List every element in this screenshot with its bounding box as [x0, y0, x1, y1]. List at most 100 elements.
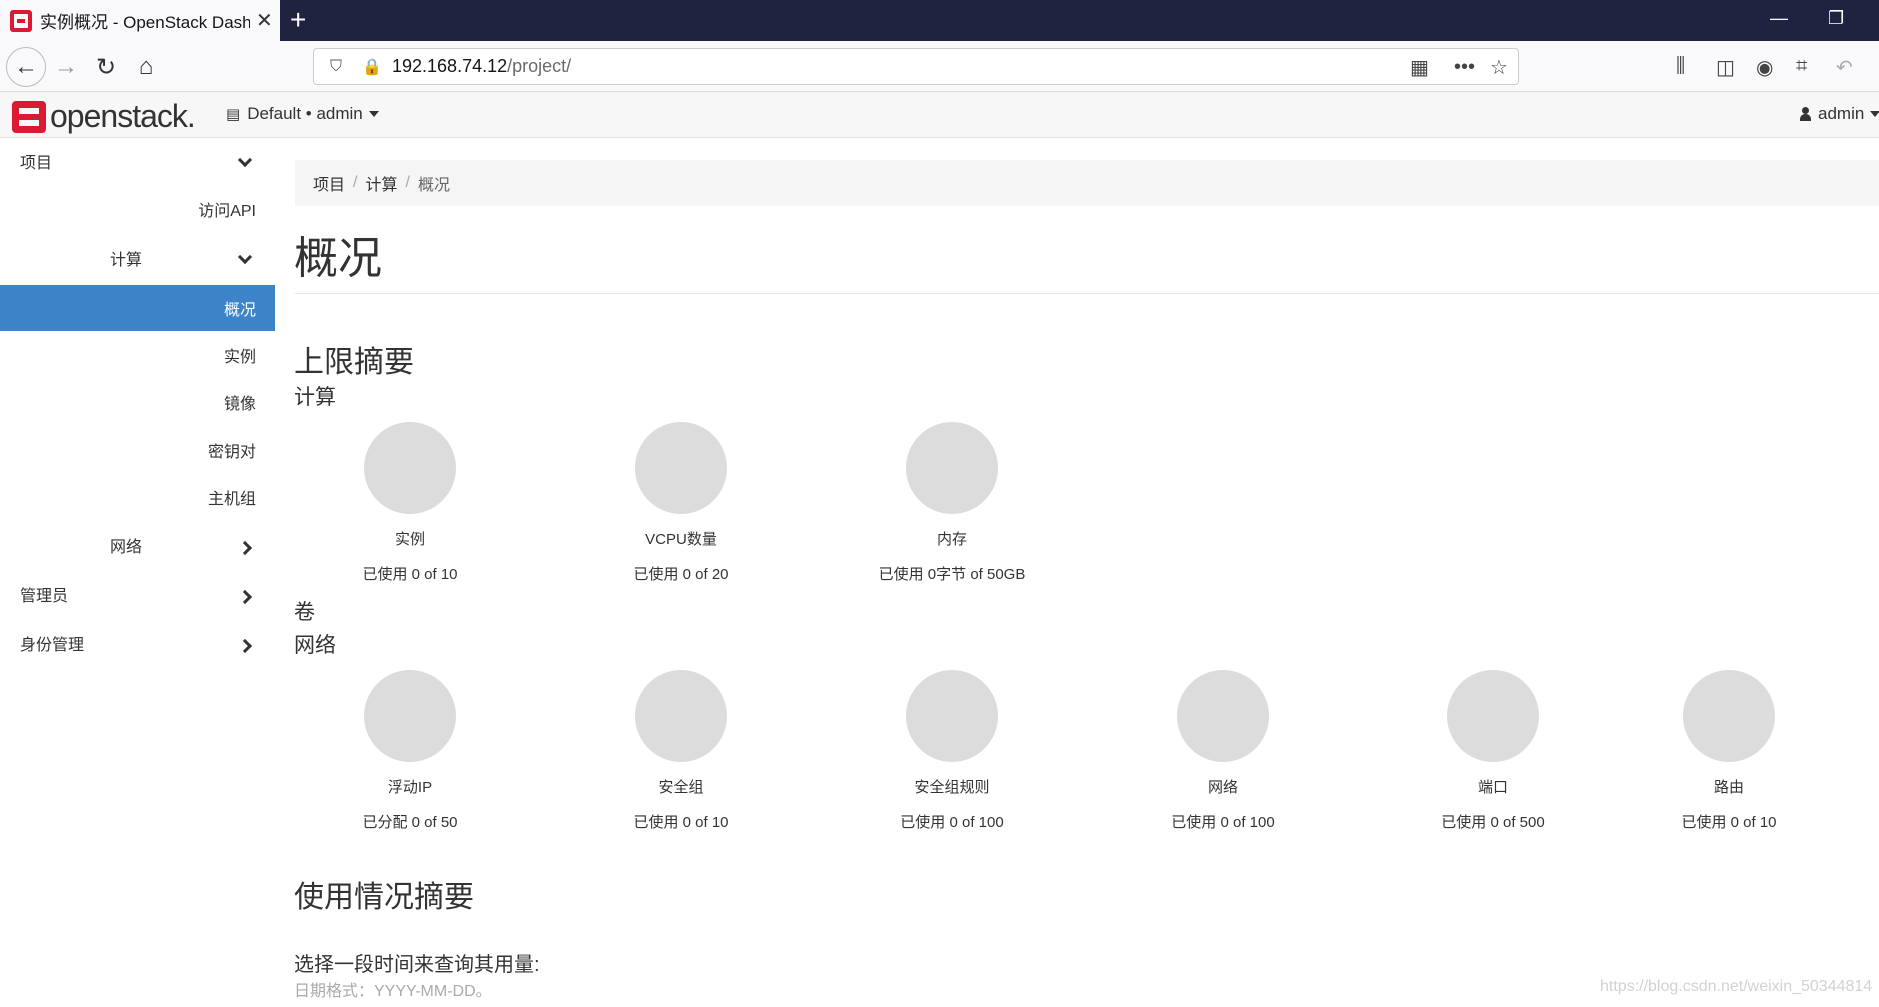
pie-chart-instances: 实例 已使用 0 of 10 — [275, 422, 545, 584]
pie-chart-security-group-rules: 安全组规则 已使用 0 of 100 — [817, 670, 1087, 832]
pie-label: 网络 — [1207, 779, 1238, 796]
pie-label: VCPU数量 — [645, 531, 717, 548]
pie-label: 路由 — [1713, 779, 1744, 796]
chevron-right-icon — [237, 638, 253, 654]
breadcrumb: 项目 / 计算 / 概况 — [295, 160, 1879, 206]
url-host: 192.168.74.12 — [392, 56, 508, 76]
pie-circle — [364, 670, 456, 762]
breadcrumb-overview: 概况 — [417, 177, 450, 194]
bookmark-star-icon[interactable]: ☆ — [1490, 49, 1508, 86]
browser-nav-bar: ← → ↻ ⌂ ⛉ 🔒 192.168.74.12/project/ ▦ •••… — [0, 41, 1879, 92]
sidebar-item-network[interactable]: 网络 — [0, 522, 275, 568]
page-title: 概况 — [294, 234, 382, 283]
pie-label: 内存 — [936, 531, 967, 548]
browser-tab-bar: 实例概况 - OpenStack Dashboard ✕ + — ❐ — [0, 0, 1879, 41]
usage-summary-heading: 使用情况摘要 — [294, 881, 474, 914]
pie-usage: 已分配 0 of 50 — [362, 814, 458, 831]
project-list-icon: ▤ — [226, 106, 241, 123]
pie-chart-networks: 网络 已使用 0 of 100 — [1088, 670, 1358, 832]
sidebar-item-identity[interactable]: 身份管理 — [0, 620, 275, 666]
pie-label: 浮动IP — [387, 779, 433, 796]
insecure-lock-icon[interactable]: 🔒 — [358, 57, 386, 77]
breadcrumb-compute[interactable]: 计算 — [365, 171, 397, 195]
qr-code-icon[interactable]: ▦ — [1410, 49, 1429, 86]
breadcrumb-separator: / — [353, 174, 358, 191]
network-heading: 网络 — [294, 634, 336, 657]
sidebar-item-project[interactable]: 项目 — [0, 138, 275, 184]
sidebar-nav: 项目 访问API 计算 概况 实例 镜像 密钥对 主机组 网络 管理员 身份管理 — [0, 138, 275, 1007]
openstack-favicon-icon — [10, 9, 32, 32]
title-divider — [295, 293, 1879, 294]
address-bar[interactable]: ⛉ 🔒 192.168.74.12/project/ ▦ ••• ☆ — [313, 48, 1519, 85]
pie-label: 安全组规则 — [914, 779, 990, 796]
chevron-down-icon — [237, 152, 253, 168]
volume-heading: 卷 — [294, 601, 315, 624]
pie-chart-routers: 路由 已使用 0 of 10 — [1594, 670, 1864, 832]
chevron-right-icon — [237, 540, 253, 556]
project-switcher[interactable]: ▤ Default • admin — [226, 104, 379, 124]
sidebar-item-label: 计算 — [110, 252, 143, 269]
pie-chart-floating-ips: 浮动IP 已分配 0 of 50 — [275, 670, 545, 832]
sidebar-item-label: 镜像 — [223, 396, 256, 413]
chevron-right-icon — [237, 589, 253, 605]
pie-chart-vcpus: VCPU数量 已使用 0 of 20 — [546, 422, 816, 584]
url-path: /project/ — [507, 56, 572, 76]
caret-down-icon — [1870, 111, 1879, 117]
sidebar-item-instances[interactable]: 实例 — [0, 332, 275, 378]
date-format-hint: 日期格式：YYYY-MM-DD。 — [294, 983, 492, 1000]
sidebar-item-key-pairs[interactable]: 密钥对 — [0, 427, 275, 473]
pie-usage: 已使用 0 of 100 — [900, 814, 1004, 831]
sidebar-item-compute[interactable]: 计算 — [0, 235, 275, 281]
pie-label: 安全组 — [658, 779, 704, 796]
pie-circle — [906, 670, 998, 762]
chevron-down-icon — [237, 249, 253, 265]
back-arrow-icon[interactable]: ← — [6, 47, 46, 87]
usage-period-prompt: 选择一段时间来查询其用量: — [294, 954, 540, 976]
sidebar-item-label: 项目 — [20, 155, 53, 172]
forward-arrow-icon[interactable]: → — [48, 49, 84, 85]
tab-title: 实例概况 - OpenStack Dashboard — [40, 13, 250, 32]
pie-chart-ram: 内存 已使用 0字节 of 50GB — [817, 422, 1087, 584]
sidebar-toggle-icon[interactable]: ◫ — [1716, 55, 1735, 80]
shield-icon[interactable]: ⛉ — [322, 58, 350, 76]
sidebar-item-admin[interactable]: 管理员 — [0, 571, 275, 617]
caret-down-icon — [368, 111, 379, 117]
sidebar-item-label: 密钥对 — [207, 444, 256, 461]
sidebar-item-label: 管理员 — [20, 588, 69, 605]
minimize-window-icon[interactable]: — — [1770, 8, 1788, 29]
logo-text: openstack. — [50, 98, 196, 134]
sidebar-item-server-groups[interactable]: 主机组 — [0, 474, 275, 520]
browser-tab[interactable]: 实例概况 - OpenStack Dashboard ✕ — [0, 0, 280, 41]
more-actions-icon[interactable]: ••• — [1454, 49, 1475, 86]
openstack-logo-icon — [12, 100, 46, 133]
screenshot-crop-icon[interactable]: ⌗ — [1796, 55, 1807, 78]
pie-circle — [1447, 670, 1539, 762]
sidebar-item-overview[interactable]: 概况 — [0, 285, 275, 331]
pie-label: 实例 — [394, 531, 425, 548]
pie-circle — [364, 422, 456, 514]
pie-usage: 已使用 0 of 10 — [633, 814, 729, 831]
new-tab-plus-icon[interactable]: + — [290, 4, 306, 36]
pie-label: 端口 — [1477, 779, 1508, 796]
restore-window-icon[interactable]: ❐ — [1828, 8, 1844, 29]
user-icon — [1800, 107, 1811, 121]
user-name: admin — [1818, 104, 1865, 123]
pie-circle — [1177, 670, 1269, 762]
undo-icon[interactable]: ↶ — [1836, 55, 1853, 80]
account-icon[interactable]: ◉ — [1756, 55, 1773, 80]
sidebar-item-images[interactable]: 镜像 — [0, 379, 275, 425]
pie-circle — [635, 422, 727, 514]
openstack-logo[interactable]: openstack. — [12, 98, 196, 135]
breadcrumb-project[interactable]: 项目 — [313, 171, 345, 195]
sidebar-item-label: 实例 — [223, 349, 256, 366]
pie-usage: 已使用 0字节 of 50GB — [878, 566, 1026, 583]
reload-icon[interactable]: ↻ — [88, 49, 124, 85]
pie-chart-ports: 端口 已使用 0 of 500 — [1358, 670, 1628, 832]
user-menu[interactable]: admin — [1800, 104, 1879, 124]
pie-usage: 已使用 0 of 100 — [1171, 814, 1275, 831]
sidebar-item-api-access[interactable]: 访问API — [0, 186, 275, 232]
library-icon[interactable]: ⫼ — [1676, 55, 1685, 78]
close-tab-icon[interactable]: ✕ — [256, 8, 273, 33]
sidebar-item-label: 网络 — [110, 539, 143, 556]
home-icon[interactable]: ⌂ — [128, 49, 164, 85]
